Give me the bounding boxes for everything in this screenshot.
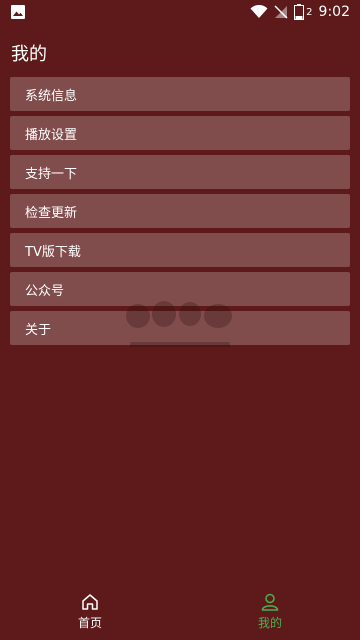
gallery-notification-icon	[10, 4, 26, 20]
menu-item-label: 检查更新	[25, 205, 78, 221]
status-bar: 2 9:02	[0, 0, 360, 24]
menu-item-label: 支持一下	[25, 166, 78, 182]
menu-item-playback-settings[interactable]: 播放设置	[10, 116, 350, 150]
battery-level: 2	[306, 6, 313, 18]
menu-item-check-update[interactable]: 检查更新	[10, 194, 350, 228]
home-icon	[80, 592, 100, 612]
menu-item-system-info[interactable]: 系统信息	[10, 77, 350, 111]
menu-item-label: TV版下载	[25, 244, 81, 260]
menu-item-label: 系统信息	[25, 88, 78, 104]
nav-mine[interactable]: 我的	[210, 592, 330, 631]
nav-home[interactable]: 首页	[30, 592, 150, 631]
clock: 9:02	[318, 4, 350, 20]
watermark-logo	[120, 296, 240, 356]
menu-item-tv-download[interactable]: TV版下载	[10, 233, 350, 267]
no-signal-icon	[274, 5, 288, 19]
menu-item-label: 播放设置	[25, 127, 78, 143]
menu-item-label: 关于	[25, 322, 52, 338]
bottom-navigation: 首页 我的	[0, 582, 360, 640]
user-icon	[260, 592, 280, 612]
wifi-icon	[250, 5, 268, 19]
nav-home-label: 首页	[77, 615, 102, 630]
menu-item-support[interactable]: 支持一下	[10, 155, 350, 189]
nav-mine-label: 我的	[257, 615, 282, 630]
menu-item-label: 公众号	[25, 283, 65, 299]
battery-icon	[294, 4, 305, 20]
page-title: 我的	[11, 44, 47, 65]
